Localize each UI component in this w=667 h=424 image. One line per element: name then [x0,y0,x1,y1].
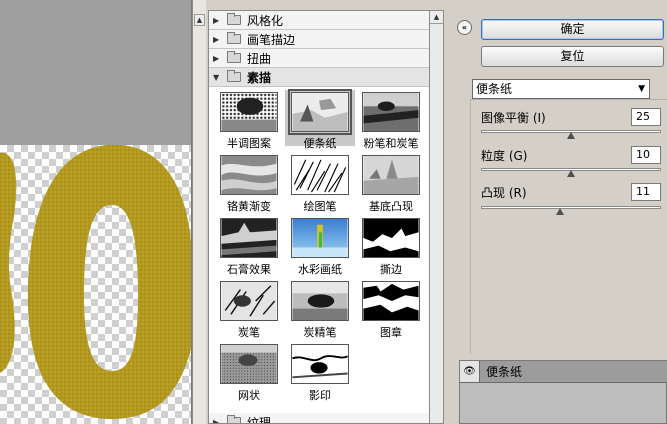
thumb-image [362,155,420,195]
thumb-label: 炭精笔 [303,326,337,339]
effect-layer-label: 便条纸 [486,365,523,379]
folder-icon [227,32,241,44]
thumb-note-paper[interactable]: 便条纸 [285,89,355,150]
folder-icon [227,51,241,63]
thumb-plaster[interactable]: 石膏效果 [214,216,284,277]
gallery-scrollbar[interactable]: ▲ [430,10,444,424]
thumb-label: 影印 [309,389,331,402]
expand-triangle-icon[interactable]: ▶ [213,54,223,63]
scroll-up-icon[interactable]: ▲ [430,11,443,24]
folder-open-icon [227,70,241,82]
folder-icon [227,415,241,423]
thumb-image [291,218,349,258]
relief-slider[interactable] [481,206,661,215]
category-label: 素描 [247,70,272,85]
thumb-reticulation[interactable]: 网状 [214,342,284,403]
image-balance-slider[interactable] [481,130,661,139]
chevron-down-icon[interactable]: ▼ [638,80,645,98]
relief-label: 凸现 (R) [481,186,527,200]
thumb-water-paper[interactable]: 水彩画纸 [285,216,355,277]
scroll-up-icon[interactable]: ▲ [194,14,205,26]
image-balance-slider-handle[interactable] [567,132,575,139]
graininess-label: 粒度 (G) [481,149,528,163]
thumb-stamp[interactable]: 图章 [356,279,426,340]
thumb-photocopy[interactable]: 影印 [285,342,355,403]
thumb-image [362,92,420,132]
thumb-image [288,89,352,135]
thumb-label: 网状 [238,389,260,402]
preview-scrollbar[interactable]: ▲ [192,0,206,424]
category-stylize[interactable]: ▶ 风格化 [209,11,429,30]
thumb-image [291,281,349,321]
category-distort[interactable]: ▶ 扭曲 [209,49,429,68]
effect-layer-row[interactable]: 👁 便条纸 [460,361,667,383]
reset-button[interactable]: 复位 [481,46,664,67]
thumb-image [291,344,349,384]
thumb-image [220,344,278,384]
thumb-graphic-pen[interactable]: 绘图笔 [285,153,355,214]
thumb-image [220,218,278,258]
thumb-image [362,281,420,321]
thumb-label: 撕边 [380,263,402,276]
graininess-slider[interactable] [481,168,661,177]
image-balance-label: 图像平衡 (I) [481,111,546,125]
thumb-image [220,155,278,195]
thumb-label: 石膏效果 [227,263,271,276]
thumb-charcoal[interactable]: 炭笔 [214,279,284,340]
thumb-label: 便条纸 [303,137,337,150]
filter-gallery[interactable]: ▶ 风格化 ▶ 画笔描边 ▶ 扭曲 ▼ 素描 半调图案 便条纸 粉笔和炭笔 铬黄… [208,10,430,424]
thumbnail-grid: 半调图案 便条纸 粉笔和炭笔 铬黄渐变 绘图笔 基底凸现 石膏效果 水彩画纸 撕… [209,87,429,402]
category-label: 扭曲 [247,51,272,66]
relief-input[interactable]: 11 [631,183,661,201]
thumb-chalk-charcoal[interactable]: 粉笔和炭笔 [356,90,426,151]
category-texture[interactable]: ▶ 纹理 [209,413,429,424]
category-sketch[interactable]: ▼ 素描 [209,68,429,87]
thumb-image [362,218,420,258]
collapse-triangle-icon[interactable]: ▼ [213,73,223,82]
thumb-label: 半调图案 [227,137,271,150]
category-label: 风格化 [247,13,284,28]
graininess-input[interactable]: 10 [631,146,661,164]
thumb-torn-edges[interactable]: 撕边 [356,216,426,277]
category-label: 纹理 [247,415,272,424]
preview-area[interactable] [0,0,192,424]
thumb-label: 绘图笔 [303,200,337,213]
relief-slider-handle[interactable] [556,208,565,215]
thumb-label: 炭笔 [238,326,260,339]
thumb-label: 基底凸现 [369,200,413,213]
thumb-label: 图章 [380,326,402,339]
thumb-image [220,281,278,321]
category-label: 画笔描边 [247,32,296,47]
category-brush-strokes[interactable]: ▶ 画笔描边 [209,30,429,49]
eye-icon[interactable]: 👁 [460,361,480,382]
expand-triangle-icon[interactable]: ▶ [213,35,223,44]
expand-triangle-icon[interactable]: ▶ [213,418,223,424]
thumb-label: 铬黄渐变 [227,200,271,213]
thumb-image [291,155,349,195]
preview-artwork [0,145,191,419]
thumb-chrome[interactable]: 铬黄渐变 [214,153,284,214]
filter-select[interactable]: 便条纸 ▼ [472,79,650,99]
folder-icon [227,13,241,25]
collapse-gallery-icon[interactable]: « [457,20,472,35]
effect-layers-list[interactable]: 👁 便条纸 [459,360,667,424]
graininess-slider-handle[interactable] [567,170,575,177]
preview-canvas[interactable] [0,145,191,424]
thumb-conte-crayon[interactable]: 炭精笔 [285,279,355,340]
thumb-label: 水彩画纸 [298,263,342,276]
filter-select-value: 便条纸 [476,82,513,96]
expand-triangle-icon[interactable]: ▶ [213,16,223,25]
thumb-bas-relief[interactable]: 基底凸现 [356,153,426,214]
thumb-label: 粉笔和炭笔 [363,137,419,150]
ok-button[interactable]: 确定 [481,19,664,40]
thumb-halftone-pattern[interactable]: 半调图案 [214,90,284,151]
image-balance-input[interactable]: 25 [631,108,661,126]
thumb-image [220,92,278,132]
